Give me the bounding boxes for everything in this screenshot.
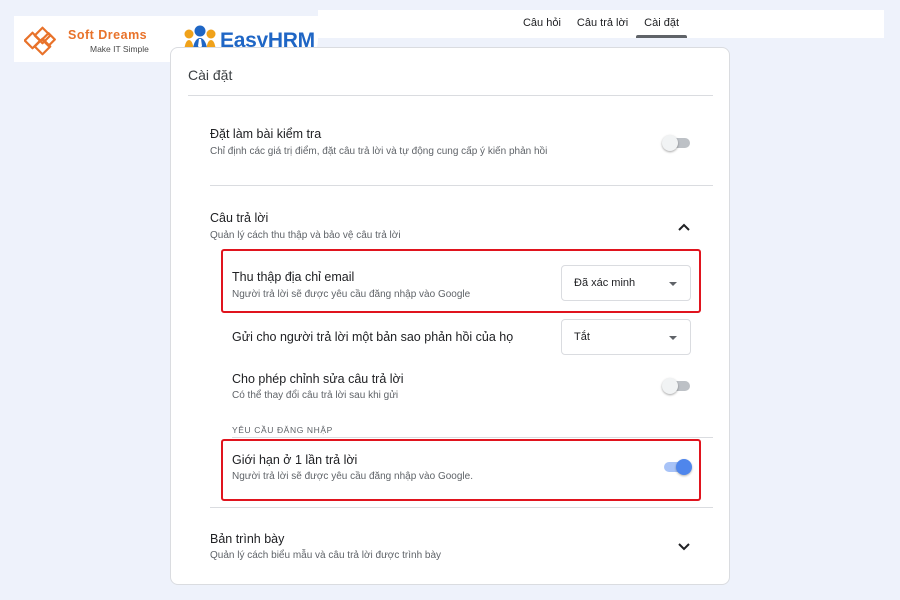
settings-card: Cài đặt Đặt làm bài kiểm tra Chỉ định cá…	[170, 47, 730, 585]
allow-edit-title: Cho phép chỉnh sửa câu trả lời	[232, 372, 404, 386]
tab-questions[interactable]: Câu hỏi	[515, 10, 569, 38]
softdreams-tagline: Make IT Simple	[90, 44, 149, 54]
page-title: Cài đặt	[188, 67, 233, 83]
login-required-label: YÊU CẦU ĐĂNG NHẬP	[232, 425, 333, 435]
divider	[232, 437, 713, 438]
dropdown-caret-icon	[669, 336, 677, 340]
highlight-box	[221, 439, 701, 501]
send-copy-value: Tắt	[574, 331, 590, 343]
tab-settings[interactable]: Cài đặt	[636, 10, 687, 38]
responses-section-title: Câu trả lời	[210, 211, 269, 225]
chevron-up-icon[interactable]	[677, 222, 691, 232]
divider	[210, 185, 713, 186]
softdreams-name: Soft Dreams	[68, 28, 148, 42]
divider	[210, 507, 713, 508]
responses-section-desc: Quản lý cách thu thập và bảo vệ câu trả …	[210, 230, 401, 241]
send-copy-dropdown[interactable]: Tắt	[561, 319, 691, 355]
softdreams-logo-icon	[24, 26, 56, 56]
top-tab-bar: Câu hỏi Câu trả lời Cài đặt	[318, 10, 884, 38]
quiz-setting-title: Đặt làm bài kiểm tra	[210, 127, 322, 141]
chevron-down-icon[interactable]	[677, 542, 691, 552]
presentation-section-title: Bản trình bày	[210, 532, 285, 546]
allow-edit-desc: Có thể thay đổi câu trả lời sau khi gửi	[232, 390, 399, 401]
presentation-section-desc: Quản lý cách biểu mẫu và câu trả lời đượ…	[210, 550, 442, 561]
tab-responses[interactable]: Câu trả lời	[569, 10, 636, 38]
allow-edit-toggle[interactable]	[662, 378, 692, 394]
divider	[188, 95, 713, 96]
highlight-box	[221, 249, 701, 313]
send-copy-title: Gửi cho người trả lời một bản sao phản h…	[232, 330, 514, 344]
quiz-setting-desc: Chỉ định các giá trị điểm, đặt câu trả l…	[210, 146, 548, 157]
quiz-toggle[interactable]	[662, 135, 692, 151]
